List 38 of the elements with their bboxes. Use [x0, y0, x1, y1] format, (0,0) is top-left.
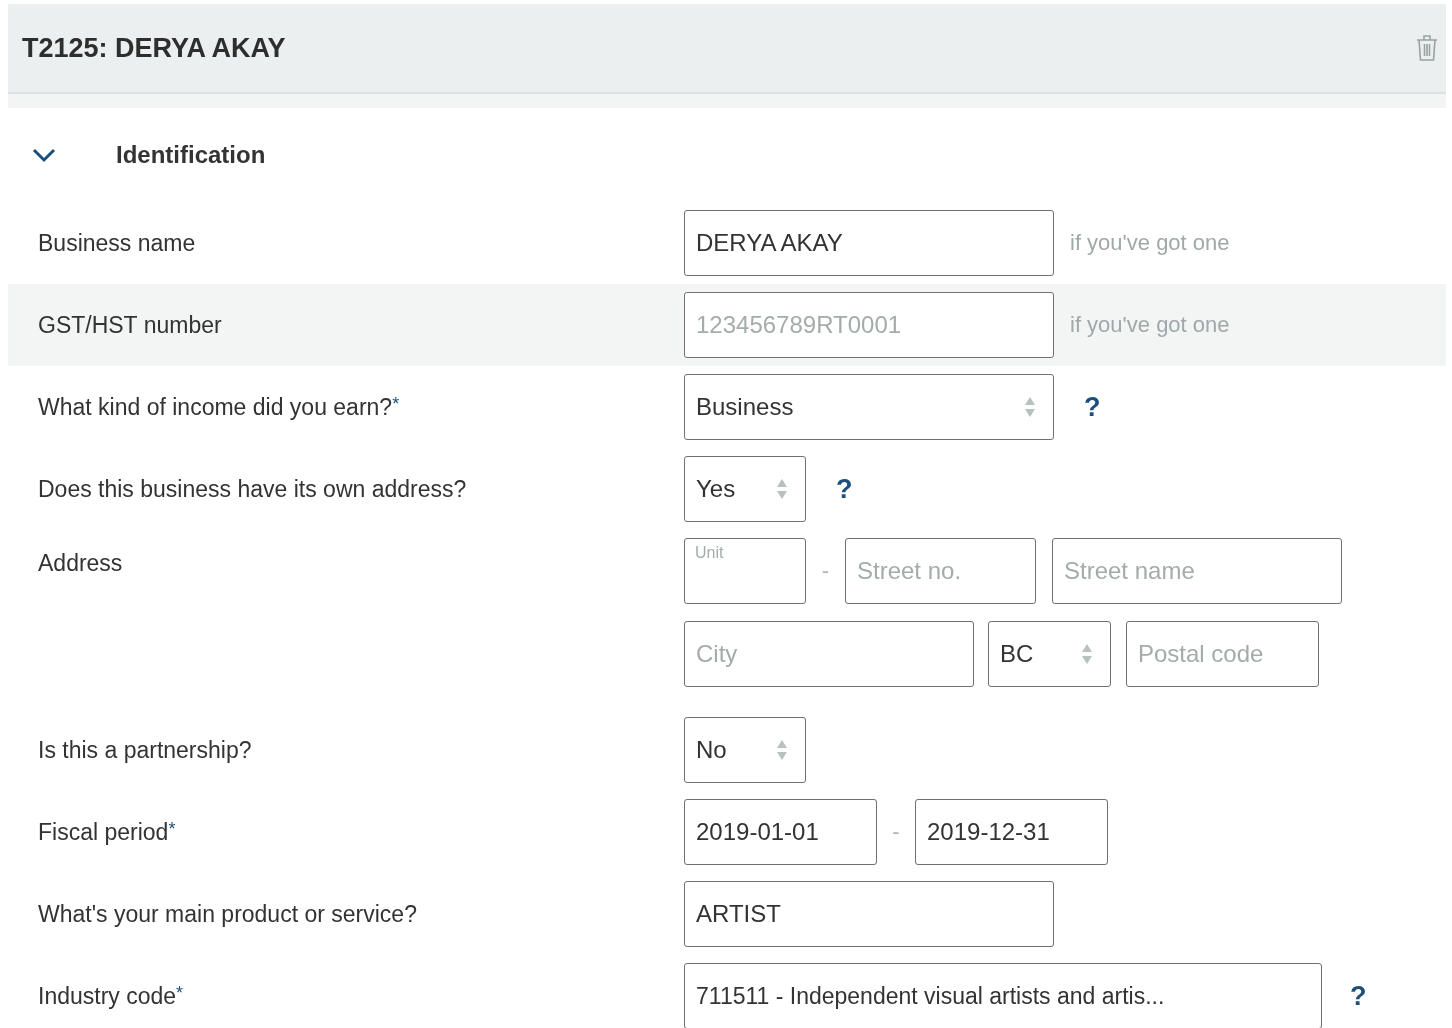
- end-date-field[interactable]: 2019-12-31: [915, 799, 1108, 865]
- text-field[interactable]: 123456789RT0001: [684, 292, 1054, 358]
- field-label: What kind of income did you earn?*: [38, 393, 400, 420]
- up-down-arrows-icon: [1024, 395, 1036, 419]
- help-link[interactable]: ?: [1084, 391, 1101, 423]
- section-title[interactable]: Identification: [116, 141, 266, 169]
- form-title: T2125: DERYA AKAY: [22, 32, 286, 64]
- field-label: Address: [38, 550, 124, 577]
- up-down-arrows-icon: [776, 738, 788, 762]
- field-label: What's your main product or service?: [38, 900, 417, 927]
- dropdown[interactable]: No: [684, 717, 806, 783]
- separator: -: [891, 819, 901, 845]
- help-link[interactable]: ?: [1350, 980, 1367, 1012]
- chevron-icon[interactable]: [32, 147, 56, 163]
- street-name-field[interactable]: Street name: [1052, 538, 1342, 604]
- text-field[interactable]: DERYA AKAY: [684, 210, 1054, 276]
- dropdown[interactable]: Yes: [684, 456, 806, 522]
- hint-text: if you've got one: [1070, 312, 1230, 338]
- field-label: GST/HST number: [38, 311, 222, 338]
- dropdown[interactable]: Business: [684, 374, 1054, 440]
- start-date-field[interactable]: 2019-01-01: [684, 799, 877, 865]
- unit-field[interactable]: Unit: [684, 538, 806, 604]
- postal-code-field[interactable]: Postal code: [1126, 621, 1319, 687]
- field-label: Industry code*: [38, 982, 184, 1009]
- text-field[interactable]: ARTIST: [684, 881, 1054, 947]
- dropdown[interactable]: 711511 - Independent visual artists and artis...: [684, 963, 1322, 1028]
- field-label: Is this a partnership?: [38, 736, 252, 763]
- field-label: Does this business have its own address?: [38, 475, 467, 502]
- help-link[interactable]: ?: [836, 473, 853, 505]
- field-label: Business name: [38, 229, 196, 256]
- up-down-arrows-icon: [1081, 642, 1093, 666]
- street-number-field[interactable]: Street no.: [845, 538, 1036, 604]
- hint-text: if you've got one: [1070, 230, 1230, 256]
- city-field[interactable]: City: [684, 621, 974, 687]
- separator: -: [820, 558, 831, 584]
- up-down-arrows-icon: [776, 477, 788, 501]
- province-dropdown[interactable]: BC: [988, 621, 1111, 687]
- field-label: Fiscal period*: [38, 818, 176, 845]
